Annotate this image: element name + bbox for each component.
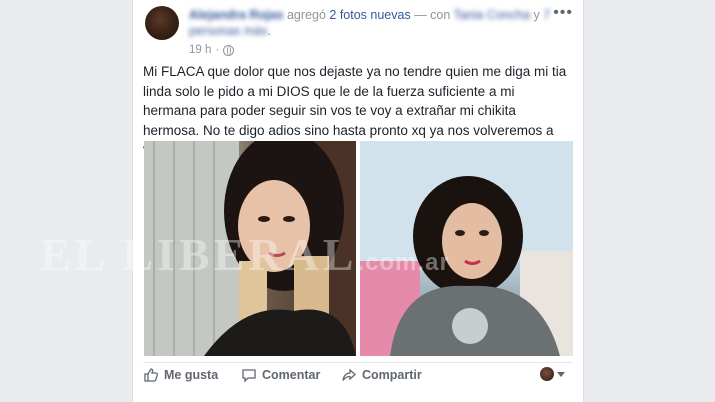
photos-link[interactable]: 2 fotos nuevas <box>329 8 410 22</box>
watermark-suffix: .com.ar <box>357 249 450 276</box>
post-actions-bar: Me gusta Comentar Compartir <box>143 362 573 391</box>
share-icon <box>342 368 356 381</box>
watermark: EL LIBERAL.com.ar <box>40 228 450 281</box>
post-card: Alejandra Rojas agregó 2 fotos nuevas — … <box>132 0 584 402</box>
watermark-text: EL LIBERAL <box>40 229 358 280</box>
audience-selector[interactable] <box>540 367 565 381</box>
period-text: . <box>267 24 271 38</box>
timestamp-separator: · <box>215 44 220 56</box>
globe-icon[interactable] <box>223 44 235 56</box>
post-header: Alejandra Rojas agregó 2 fotos nuevas — … <box>189 7 554 39</box>
comment-label: Comentar <box>262 368 321 382</box>
timestamp[interactable]: 19 h <box>189 44 211 56</box>
conj-text: y <box>533 8 540 22</box>
timestamp-row: 19 h · <box>189 44 235 56</box>
chevron-down-icon <box>557 371 565 377</box>
share-button[interactable]: Compartir <box>341 367 422 383</box>
like-button[interactable]: Me gusta <box>143 367 218 383</box>
comment-icon <box>242 369 256 383</box>
post-options-button[interactable]: ••• <box>553 4 573 22</box>
comment-button[interactable]: Comentar <box>241 367 320 383</box>
thumbs-up-icon <box>144 368 159 382</box>
author-avatar[interactable] <box>145 6 179 40</box>
with-text: — con <box>414 8 451 22</box>
like-label: Me gusta <box>164 368 219 382</box>
tagged-person-link[interactable]: Tania Concha <box>454 8 530 22</box>
share-label: Compartir <box>362 368 422 382</box>
author-name[interactable]: Alejandra Rojas <box>189 8 283 22</box>
user-avatar <box>540 367 554 381</box>
action-text: agregó <box>286 8 326 22</box>
